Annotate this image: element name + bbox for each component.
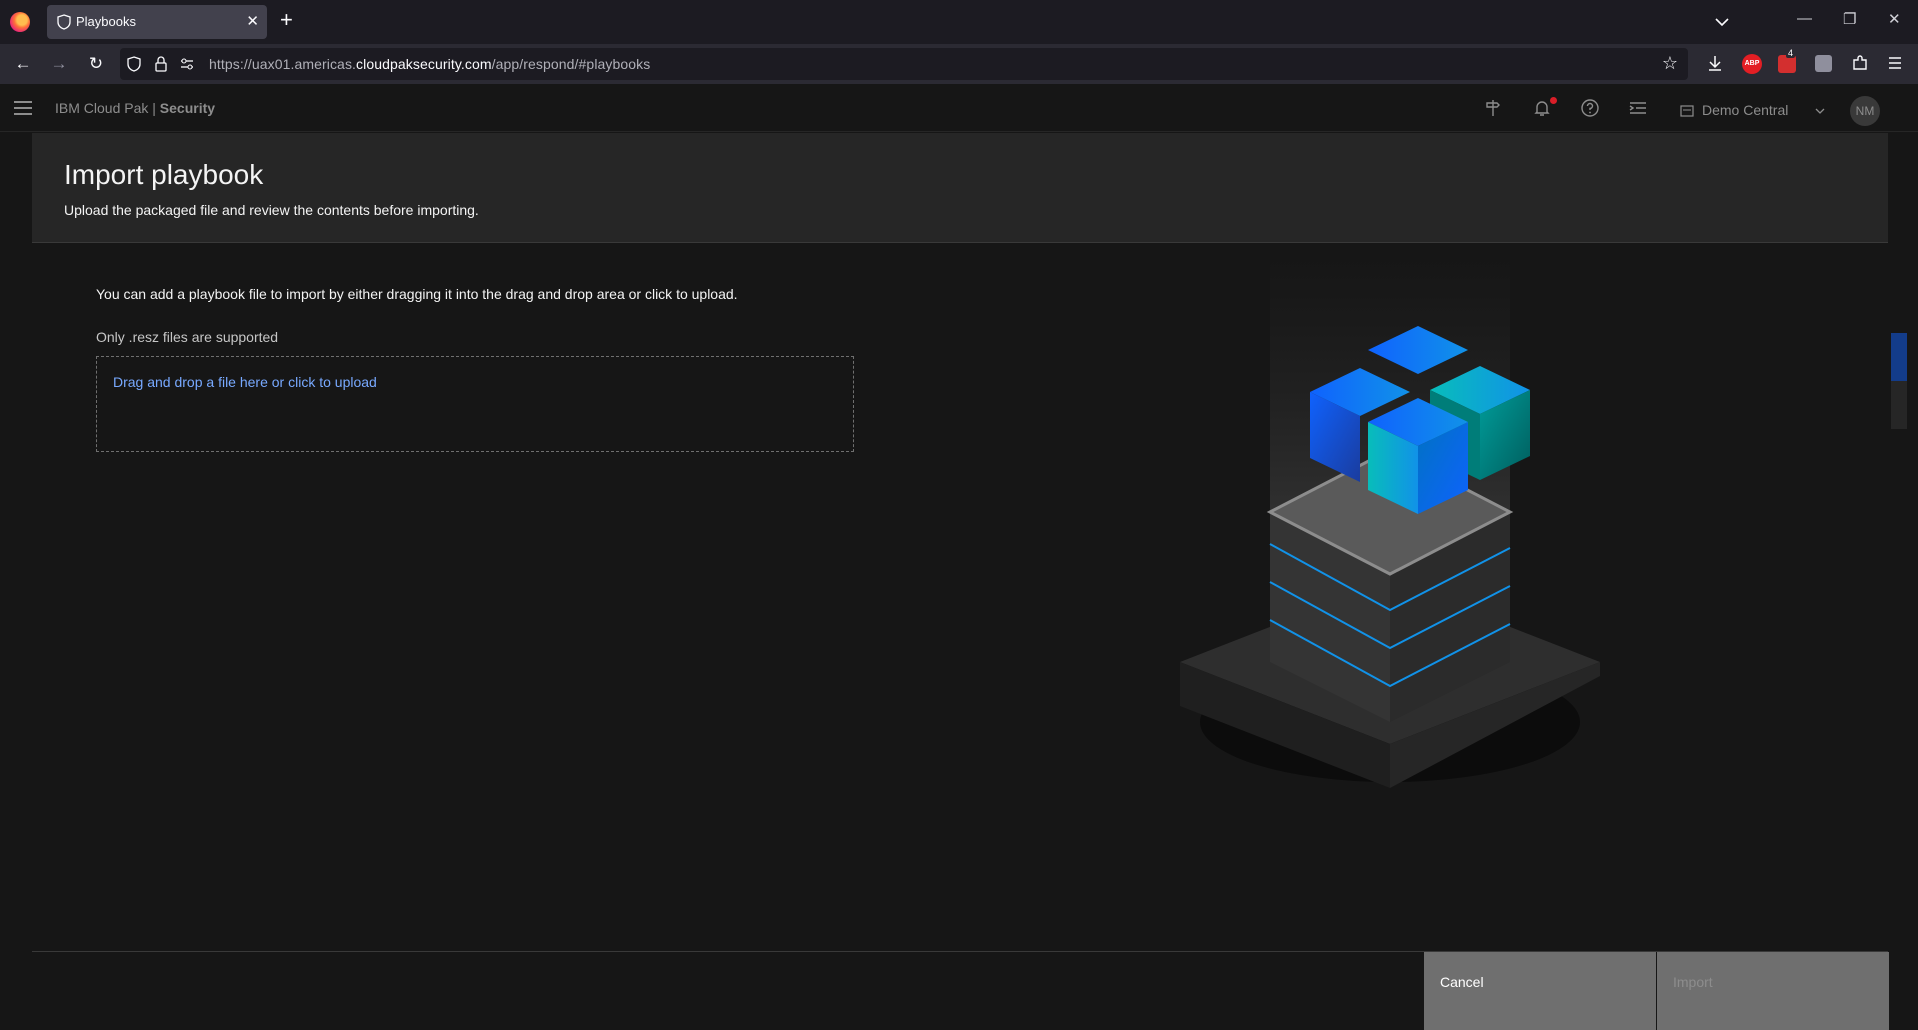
lock-icon[interactable] [154,56,168,72]
tenant-switcher[interactable]: Demo Central [1680,101,1830,121]
tab-list-chevron-icon[interactable] [1712,12,1732,32]
supported-files-note: Only .resz files are supported [96,329,279,345]
firefox-logo-icon [10,12,30,32]
help-icon[interactable] [1580,98,1600,118]
page-scrollbar[interactable] [1888,133,1918,1029]
close-window-icon[interactable]: ✕ [1888,10,1901,28]
app-menu-icon[interactable] [1887,55,1903,71]
modal-header: Import playbook Upload the packaged file… [32,133,1888,243]
back-arrow-icon[interactable]: ← [13,54,33,74]
notification-badge [1550,97,1557,104]
cancel-button[interactable]: Cancel [1424,952,1656,1030]
browser-nav-bar: ← → ↻ https://uax01.americas.cloudpaksec… [0,44,1918,84]
reload-icon[interactable]: ↻ [86,54,106,74]
user-avatar[interactable]: NM [1850,96,1880,126]
cube-tower-illustration [1180,252,1600,788]
app-header: IBM Cloud Pak | Security [0,84,1918,132]
tracking-shield-icon[interactable] [126,56,142,72]
tenant-label: Demo Central [1702,102,1789,118]
shield-favicon-icon [57,14,71,30]
extension-badge-count: 4 [1786,48,1796,58]
file-dropzone[interactable]: Drag and drop a file here or click to up… [96,356,854,452]
restore-window-icon[interactable]: ❐ [1843,10,1856,28]
product-name[interactable]: IBM Cloud Pak | Security [55,100,215,116]
address-bar[interactable]: https://uax01.americas.cloudpaksecurity.… [120,48,1688,80]
download-icon[interactable] [1706,54,1724,72]
permissions-icon[interactable] [180,57,194,71]
hamburger-menu-icon[interactable] [14,101,32,115]
page-title: Import playbook [64,159,264,190]
toggle-panel-icon[interactable] [1628,98,1648,118]
scrollbar-track-segment [1891,381,1907,429]
import-button[interactable]: Import [1657,952,1889,1030]
adblock-extension-icon[interactable]: ABP [1742,54,1762,74]
extensions-puzzle-icon[interactable] [1851,54,1869,72]
browser-tab-playbooks[interactable]: Playbooks ✕ [47,5,267,39]
url-text[interactable]: https://uax01.americas.cloudpaksecurity.… [209,56,650,72]
browser-tab-bar: Playbooks ✕ + — ❐ ✕ [0,0,1918,44]
dropzone-upload-link[interactable]: Drag and drop a file here or click to up… [113,374,377,390]
gray-extension-icon[interactable] [1815,55,1832,72]
chevron-down-icon [1815,108,1825,114]
bookmark-star-icon[interactable]: ☆ [1662,53,1678,74]
scrollbar-thumb[interactable] [1891,333,1907,381]
forward-arrow-icon[interactable]: → [49,54,69,74]
account-icon [1680,105,1694,117]
notification-bell-icon[interactable] [1532,98,1552,118]
minimize-window-icon[interactable]: — [1797,10,1812,27]
page-subtitle: Upload the packaged file and review the … [64,202,479,218]
upload-instructions: You can add a playbook file to import by… [96,286,738,302]
modal-footer: Cancel Import [32,951,1889,1030]
signpost-icon[interactable] [1483,98,1503,118]
new-tab-button[interactable]: + [280,9,293,31]
tab-title: Playbooks [76,14,136,29]
tab-close-icon[interactable]: ✕ [246,12,259,30]
